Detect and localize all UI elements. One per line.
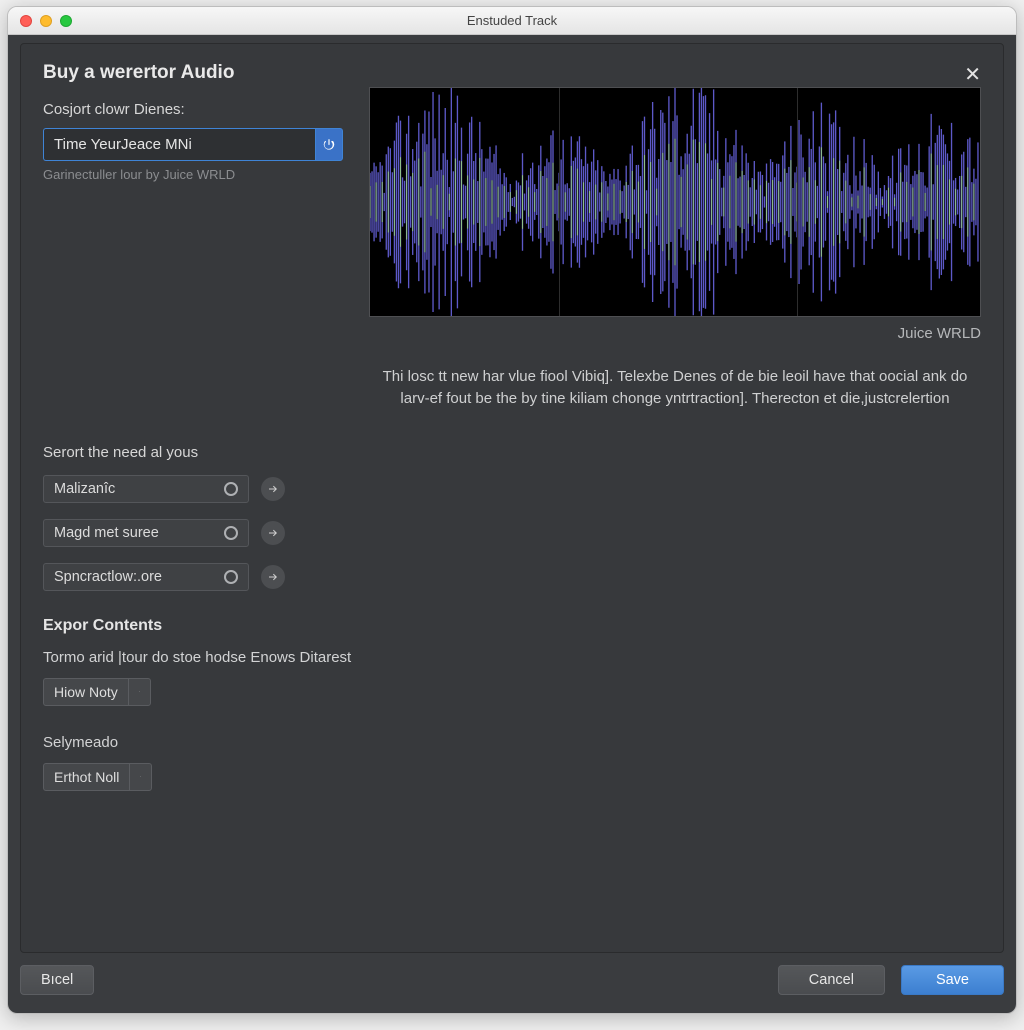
option-0[interactable]: Malizanîc [43, 475, 249, 503]
window-title: Enstuded Track [8, 13, 1016, 28]
option-1-arrow[interactable] [261, 521, 285, 545]
radio-icon [224, 526, 238, 540]
arrow-right-icon [267, 483, 279, 495]
panel: Buy a werertor Audio ✕ Cosjort clowr Die… [8, 35, 1016, 1013]
option-1[interactable]: Magd met suree [43, 519, 249, 547]
description-text: Thi losc tt new har vlue fiool Vibiq]. T… [369, 366, 981, 410]
search-go-button[interactable] [315, 128, 343, 161]
export-dropdown-2-label: Erthot Noll [44, 764, 129, 790]
option-row-1: Magd met suree [43, 519, 981, 547]
option-row-2: Spncractlow:.ore [43, 563, 981, 591]
option-0-label: Malizanîc [54, 481, 115, 497]
cancel-button[interactable]: Cancel [778, 965, 885, 995]
search-wrap [43, 128, 343, 161]
waveform-icon [370, 88, 980, 316]
option-0-arrow[interactable] [261, 477, 285, 501]
export-subheading: Selymeado [43, 734, 981, 751]
footer: Bıcel Cancel Save [20, 959, 1004, 1001]
export-dropdown-1-label: Hiow Noty [44, 679, 128, 705]
option-2-label: Spncractlow:.ore [54, 569, 162, 585]
option-2[interactable]: Spncractlow:.ore [43, 563, 249, 591]
titlebar: Enstuded Track [8, 7, 1016, 35]
arrow-right-icon [267, 527, 279, 539]
close-icon[interactable]: ✕ [964, 62, 981, 87]
option-2-arrow[interactable] [261, 565, 285, 589]
page-title: Buy a werertor Audio [43, 62, 234, 84]
save-button[interactable]: Save [901, 965, 1004, 995]
search-helper: Garinectuller lour by Juice WRLD [43, 167, 343, 182]
export-prompt: Tormo arid |tour do stoe hodse Enows Dit… [43, 649, 981, 666]
option-1-label: Magd met suree [54, 525, 159, 541]
radio-icon [224, 570, 238, 584]
arrow-right-icon [267, 571, 279, 583]
search-input[interactable] [43, 128, 315, 161]
options-label: Serort the need al yous [43, 444, 981, 461]
export-dropdown-2[interactable]: Erthot Noll [43, 763, 152, 791]
content: Buy a werertor Audio ✕ Cosjort clowr Die… [20, 43, 1004, 953]
option-row-0: Malizanîc [43, 475, 981, 503]
export-dropdown-1[interactable]: Hiow Noty [43, 678, 151, 706]
window: Enstuded Track Buy a werertor Audio ✕ Co… [7, 6, 1017, 1014]
radio-icon [224, 482, 238, 496]
back-button[interactable]: Bıcel [20, 965, 94, 995]
export-heading: Expor Contents [43, 617, 981, 635]
waveform-display [369, 87, 981, 317]
chevron-down-icon [129, 764, 151, 790]
power-icon [322, 138, 336, 152]
search-label: Cosjort clowr Dienes: [43, 101, 343, 118]
waveform-artist: Juice WRLD [369, 325, 981, 342]
chevron-down-icon [128, 679, 150, 705]
